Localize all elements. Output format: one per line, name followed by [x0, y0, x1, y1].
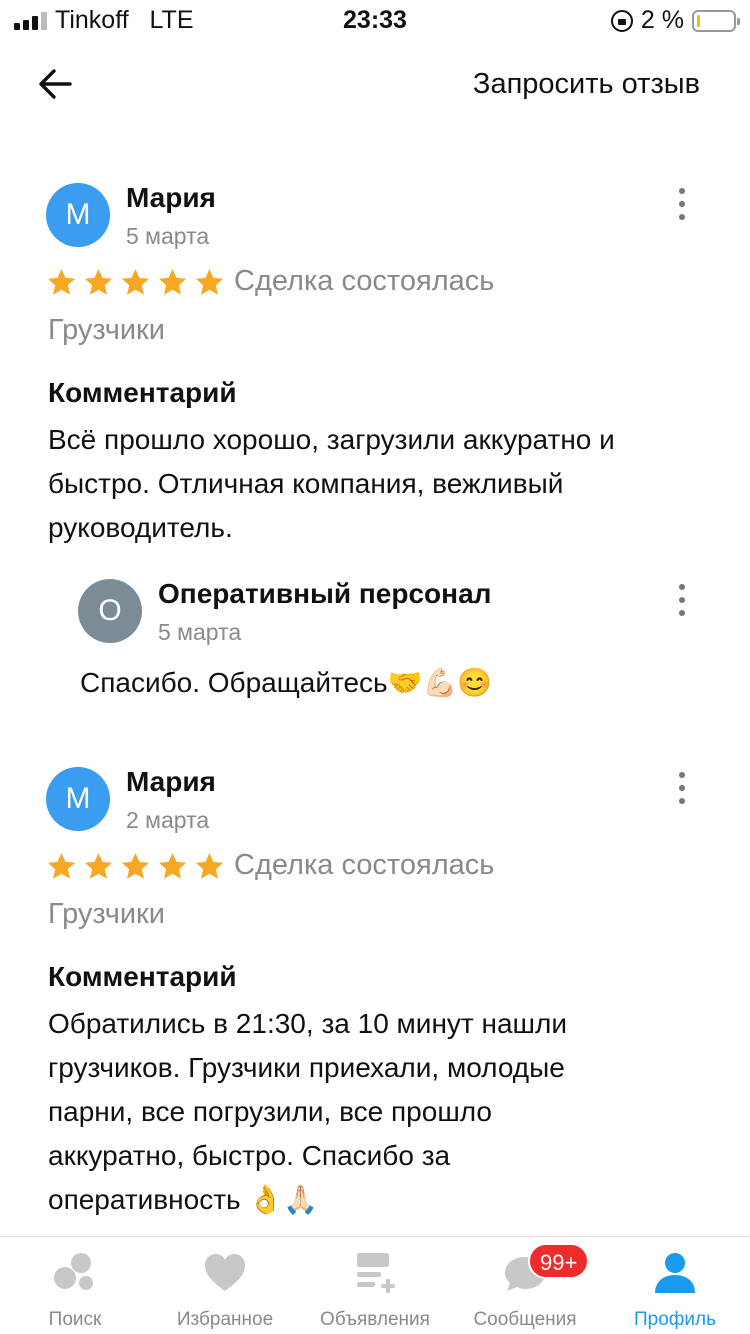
avatar[interactable]: М: [46, 767, 110, 831]
status-bar: Tinkoff LTE 23:33 2 %: [0, 0, 750, 40]
battery-percent: 2 %: [640, 6, 684, 34]
bottom-navigation: Поиск Избранное Объявления 99+ Сообщения…: [0, 1236, 750, 1334]
reviewer-name[interactable]: Мария: [126, 766, 216, 798]
star-icon: [47, 852, 76, 879]
comment-line: Всё прошло хорошо, загрузили аккуратно и: [48, 424, 615, 455]
comment-line: Обратились в 21:30, за 10 минут нашли: [48, 1008, 567, 1039]
reply-avatar[interactable]: О: [78, 579, 142, 643]
nav-listings[interactable]: Объявления: [300, 1237, 450, 1334]
comment-text: Обратились в 21:30, за 10 минут нашли гр…: [48, 1002, 728, 1222]
comment-line: руководитель.: [48, 512, 233, 543]
comment-heading: Комментарий: [48, 377, 237, 408]
nav-profile[interactable]: Профиль: [600, 1237, 750, 1334]
reviewer-name[interactable]: Мария: [126, 182, 216, 214]
more-options-icon[interactable]: [676, 188, 688, 220]
rotation-lock-icon: [610, 9, 633, 32]
rating-stars: [46, 851, 225, 882]
avatar[interactable]: М: [46, 183, 110, 247]
star-icon: [84, 852, 113, 879]
comment-line: грузчиков. Грузчики приехали, молодые: [48, 1052, 565, 1083]
star-icon: [121, 852, 150, 879]
listing-add-icon: [357, 1253, 395, 1293]
more-options-icon[interactable]: [676, 584, 688, 616]
star-icon: [158, 852, 187, 879]
reply-text: Спасибо. Обращайтесь🤝💪🏻😊: [80, 667, 493, 698]
nav-label: Поиск: [48, 1309, 102, 1330]
star-icon: [158, 268, 187, 295]
star-icon: [84, 268, 113, 295]
star-icon: [121, 268, 150, 295]
nav-label: Объявления: [320, 1309, 430, 1330]
service-category: Грузчики: [48, 898, 165, 930]
deal-status: Сделка состоялась: [234, 849, 495, 881]
comment-text: Всё прошло хорошо, загрузили аккуратно и…: [48, 418, 728, 550]
star-icon: [195, 852, 224, 879]
comment-line: парни, все погрузили, все прошло: [48, 1096, 493, 1127]
rating-stars: [46, 267, 225, 298]
nav-label: Профиль: [633, 1309, 717, 1330]
top-bar: Запросить отзыв: [0, 40, 750, 130]
nav-label: Избранное: [176, 1309, 274, 1330]
nav-favorites[interactable]: Избранное: [150, 1237, 300, 1334]
reply-author-name[interactable]: Оперативный персонал: [158, 578, 491, 610]
request-review-button[interactable]: Запросить отзыв: [473, 68, 700, 101]
service-category: Грузчики: [48, 314, 165, 346]
unread-badge: 99+: [528, 1243, 590, 1279]
battery-icon: [692, 9, 740, 32]
nav-messages[interactable]: 99+ Сообщения: [450, 1237, 600, 1334]
comment-heading: Комментарий: [48, 961, 237, 992]
nav-search[interactable]: Поиск: [0, 1237, 150, 1334]
arrow-left-icon[interactable]: [36, 64, 76, 104]
comment-line: быстро. Отличная компания, вежливый: [48, 468, 564, 499]
more-options-icon[interactable]: [676, 772, 688, 804]
heart-icon: [205, 1254, 245, 1291]
star-icon: [195, 268, 224, 295]
profile-icon: [655, 1253, 695, 1293]
comment-line: аккуратно, быстро. Спасибо за: [48, 1140, 451, 1171]
star-icon: [47, 268, 76, 295]
deal-status: Сделка состоялась: [234, 265, 495, 297]
review-date: 5 марта: [126, 223, 210, 249]
comment-line: оперативность 👌🙏🏻: [48, 1184, 319, 1215]
nav-label: Сообщения: [473, 1309, 577, 1330]
review-date: 2 марта: [126, 807, 210, 833]
reply-date: 5 марта: [158, 619, 242, 645]
search-bubbles-icon: [54, 1253, 93, 1290]
